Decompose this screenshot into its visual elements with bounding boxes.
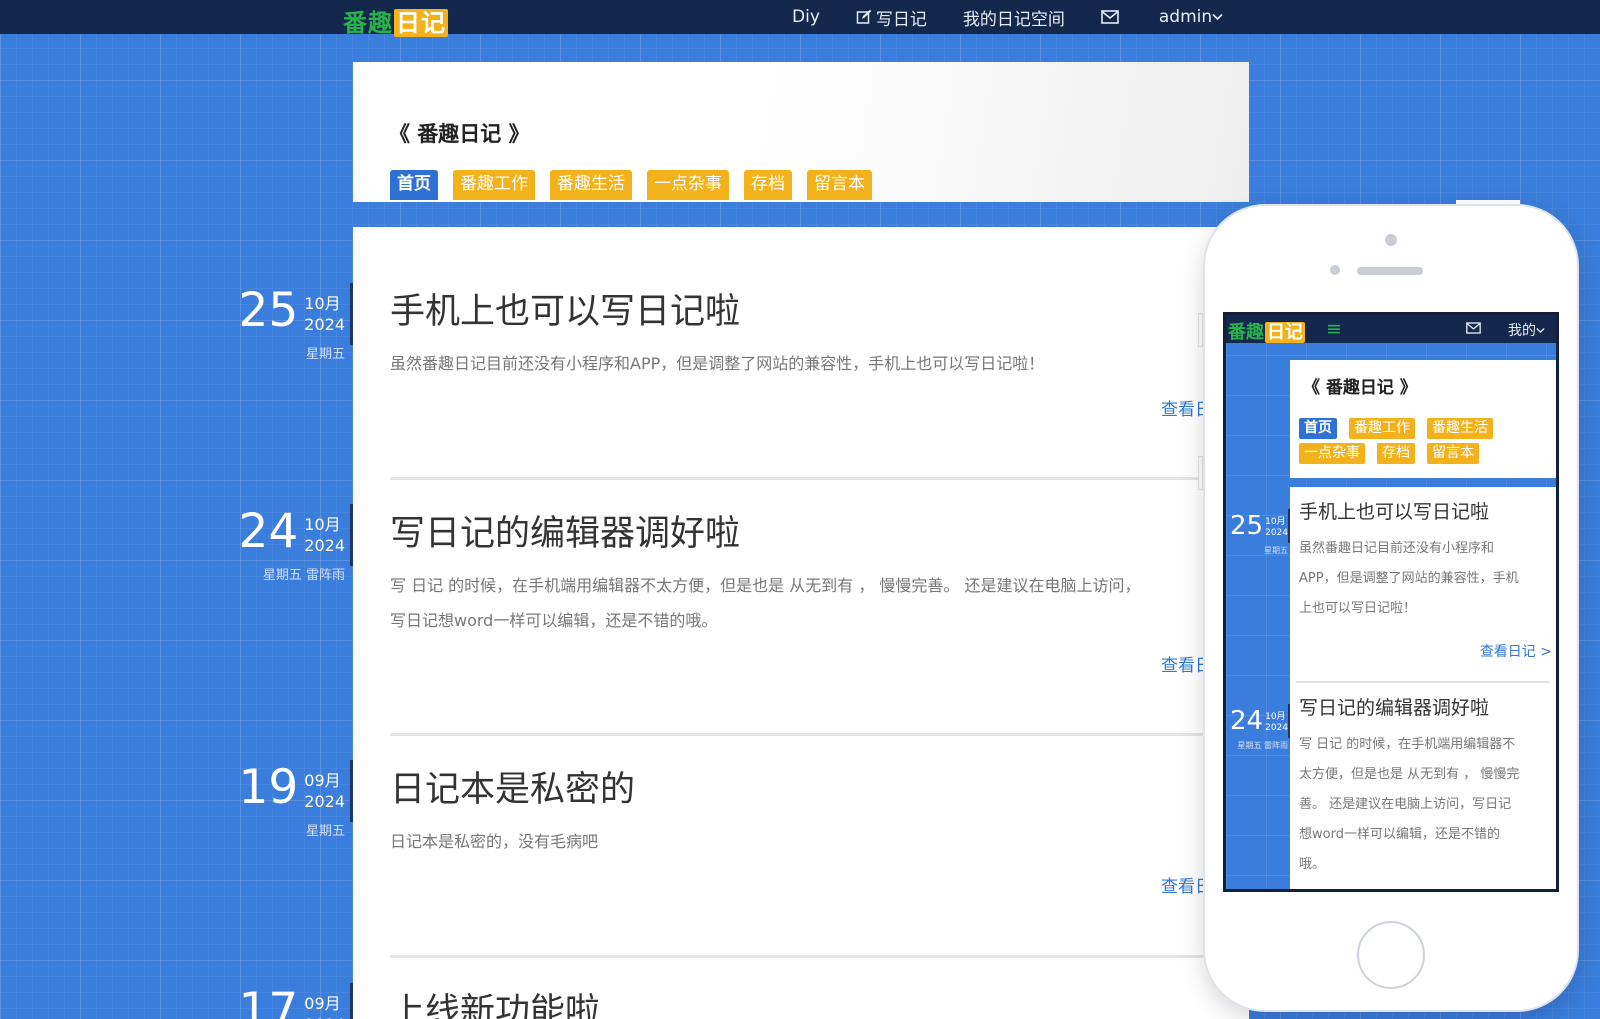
phone-camera (1385, 234, 1397, 246)
mobile-post-item: 写日记的编辑器调好啦 写 日记 的时候，在手机端用编辑器不 太方便，但是也是 从无… (1299, 693, 1551, 880)
post-item: 日记本是私密的 日记本是私密的，没有毛病吧 (390, 761, 1210, 859)
logo-text-part1: 番趣 (343, 9, 393, 37)
date-year: 2024 (304, 315, 345, 334)
post-item: 手机上也可以写日记啦 虽然番趣日记目前还没有小程序和APP，但是调整了网站的兼容… (390, 283, 1210, 381)
mobile-diary-title: 《 番趣日记 》 (1303, 378, 1417, 398)
phone-screen: 番趣 日记 ≡ 我的 《 番趣日记 》 首页 番趣工作 番趣生活 一点杂事 存档 … (1223, 312, 1559, 892)
mail-icon (1101, 10, 1119, 24)
post-date: 25 10月 2024 星期五 (238, 283, 345, 363)
date-month: 09月 (304, 771, 341, 790)
date-month: 10月 (304, 515, 341, 534)
menu-icon[interactable]: ≡ (1326, 318, 1342, 340)
date-month: 09月 (304, 994, 341, 1013)
chevron-down-icon (1212, 13, 1223, 21)
date-day: 17 (238, 983, 299, 1019)
phone-mockup: 番趣 日记 ≡ 我的 《 番趣日记 》 首页 番趣工作 番趣生活 一点杂事 存档 … (1205, 206, 1577, 1010)
nav-messages[interactable] (1101, 10, 1123, 24)
mobile-post-date: 25 10月 2024 星期五 (1230, 511, 1288, 555)
nav-diy[interactable]: Diy (792, 7, 820, 27)
tab-archive[interactable]: 存档 (1377, 443, 1415, 464)
date-day: 25 (238, 283, 299, 338)
mobile-logo[interactable]: 番趣 日记 (1228, 318, 1305, 344)
phone-mark (1456, 200, 1520, 204)
user-menu[interactable]: admin (1159, 7, 1227, 27)
tab-work[interactable]: 番趣工作 (453, 170, 535, 200)
post-date: 17 09月2024 (238, 987, 345, 1019)
scroll-notch (1198, 456, 1203, 490)
phone-speaker (1357, 267, 1423, 275)
post-item: 写日记的编辑器调好啦 写 日记 的时候，在手机端用编辑器不太方便，但是也是 从无… (390, 505, 1210, 638)
tab-archive[interactable]: 存档 (744, 170, 792, 200)
post-title[interactable]: 写日记的编辑器调好啦 (1299, 693, 1551, 720)
mobile-user-menu[interactable]: 我的 (1508, 320, 1545, 340)
mobile-post-list: 手机上也可以写日记啦 虽然番趣日记目前还没有小程序和 APP，但是调整了网站的兼容… (1290, 487, 1556, 889)
post-divider (1296, 681, 1550, 683)
mobile-diary-header: 《 番趣日记 》 首页 番趣工作 番趣生活 一点杂事 存档 留言本 (1290, 360, 1556, 478)
logo-text-part2: 日记 (394, 9, 448, 37)
phone-sensor (1330, 265, 1340, 275)
post-excerpt: 写 日记 的时候，在手机端用编辑器不太方便，但是也是 从无到有 ， 慢慢完善。 … (390, 576, 1141, 630)
category-tabs: 首页 番趣工作 番趣生活 一点杂事 存档 留言本 (390, 170, 887, 200)
phone-home-button (1357, 921, 1425, 989)
tab-work[interactable]: 番趣工作 (1349, 418, 1415, 439)
post-title[interactable]: 手机上也可以写日记啦 (1299, 497, 1551, 524)
nav-my-space-label: 我的日记空间 (962, 9, 1065, 30)
nav-write-diary-label: 写日记 (875, 9, 927, 30)
mail-icon[interactable] (1466, 322, 1481, 334)
user-name: admin (1158, 7, 1213, 27)
mobile-post-date: 24 10月 2024 星期五 雷阵雨 (1230, 706, 1288, 750)
post-divider (390, 955, 1210, 958)
diary-header: 《 番趣日记 》 首页 番趣工作 番趣生活 一点杂事 存档 留言本 (353, 62, 1249, 202)
main-nav: Diy 写日记 我的日记空间 admin (792, 0, 1263, 34)
post-excerpt: 虽然番趣日记目前还没有小程序和APP，但是调整了网站的兼容性，手机上也可以写日记… (1299, 541, 1519, 616)
site-logo[interactable]: 番趣 日记 (343, 3, 448, 37)
date-year: 2024 (304, 1015, 345, 1019)
post-divider (390, 733, 1210, 736)
post-date: 24 10月 2024 星期五 雷阵雨 (238, 504, 345, 584)
post-excerpt: 虽然番趣日记目前还没有小程序和APP，但是调整了网站的兼容性，手机上也可以写日记… (390, 354, 1045, 373)
nav-my-space[interactable]: 我的日记空间 (963, 5, 1065, 30)
view-diary-link[interactable]: 查看日记 > (1480, 641, 1552, 661)
post-list: 手机上也可以写日记啦 虽然番趣日记目前还没有小程序和APP，但是调整了网站的兼容… (353, 227, 1249, 1019)
post-title[interactable]: 写日记的编辑器调好啦 (390, 505, 1210, 556)
post-item: 上线新功能啦 (390, 983, 1210, 1019)
date-weekday: 星期五 (305, 347, 345, 362)
mobile-category-tabs: 首页 番趣工作 番趣生活 一点杂事 存档 留言本 (1299, 418, 1549, 468)
post-title[interactable]: 日记本是私密的 (390, 761, 1210, 812)
post-divider (390, 477, 1210, 480)
date-weekday: 星期五 (305, 824, 345, 839)
date-day: 19 (238, 760, 299, 815)
date-year: 2024 (304, 792, 345, 811)
post-excerpt: 日记本是私密的，没有毛病吧 (390, 832, 599, 851)
top-navbar: 番趣 日记 Diy 写日记 我的日记空间 admin (0, 0, 1600, 37)
post-date: 19 09月 2024 星期五 (238, 760, 345, 840)
nav-diy-label: Diy (792, 7, 820, 27)
mobile-post-item: 手机上也可以写日记啦 虽然番趣日记目前还没有小程序和 APP，但是调整了网站的兼容… (1299, 497, 1551, 624)
tab-home[interactable]: 首页 (1299, 418, 1337, 439)
date-month: 10月 (304, 294, 341, 313)
edit-icon (856, 9, 872, 24)
post-title[interactable]: 上线新功能啦 (390, 983, 1210, 1019)
tab-misc[interactable]: 一点杂事 (1299, 443, 1365, 464)
nav-write-diary[interactable]: 写日记 (856, 5, 927, 30)
chevron-down-icon (1536, 327, 1545, 333)
tab-guestbook[interactable]: 留言本 (1427, 443, 1479, 464)
date-day: 24 (238, 504, 299, 559)
tab-life[interactable]: 番趣生活 (1427, 418, 1493, 439)
tab-guestbook[interactable]: 留言本 (807, 170, 872, 200)
diary-title: 《 番趣日记 》 (389, 122, 530, 146)
post-excerpt: 写 日记 的时候，在手机端用编辑器不太方便，但是也是 从无到有 ， 慢慢完善。 … (1299, 737, 1520, 872)
scroll-notch (1198, 313, 1203, 347)
date-year: 2024 (304, 536, 345, 555)
date-weekday: 星期五 雷阵雨 (262, 568, 345, 583)
tab-misc[interactable]: 一点杂事 (647, 170, 729, 200)
mobile-navbar: 番趣 日记 ≡ 我的 (1226, 315, 1556, 343)
post-title[interactable]: 手机上也可以写日记啦 (390, 283, 1210, 334)
tab-home[interactable]: 首页 (390, 170, 438, 200)
tab-life[interactable]: 番趣生活 (550, 170, 632, 200)
